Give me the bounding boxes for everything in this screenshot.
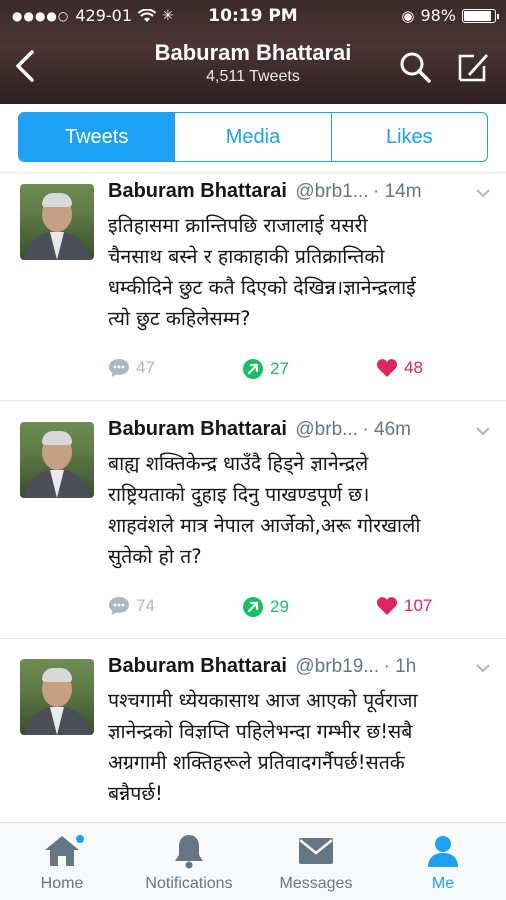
tweet-line: बाह्य शक्तिकेन्द्र धाउँदै हिड्ने ज्ञानेन… bbox=[108, 452, 369, 475]
nav-messages[interactable]: Messages bbox=[256, 831, 376, 893]
battery-icon bbox=[462, 8, 499, 23]
new-content-dot bbox=[76, 835, 84, 843]
tweet-line: इतिहासमा क्रान्तिपछि राजालाई यसरी bbox=[108, 214, 368, 237]
tweet-line: शाहवंशले मात्र नेपाल आर्जेको,अरू गोरखाली bbox=[108, 514, 421, 537]
chevron-down-icon[interactable] bbox=[474, 422, 492, 440]
rotation-lock-icon: ◉ bbox=[401, 6, 415, 25]
person-icon bbox=[428, 836, 458, 867]
divider bbox=[0, 638, 506, 639]
avatar-hair bbox=[42, 193, 72, 207]
tweet-header: Baburam Bhattarai @brb19... · 1h bbox=[108, 655, 492, 683]
chevron-down-icon[interactable] bbox=[474, 184, 492, 202]
profile-tabs: Tweets Media Likes bbox=[18, 112, 488, 162]
reply-button[interactable]: 47 bbox=[108, 358, 155, 378]
like-count: 48 bbox=[404, 358, 423, 377]
tweet-item[interactable]: Baburam Bhattarai @brb19... · 1h पश्चगाम… bbox=[0, 651, 506, 821]
tab-likes[interactable]: Likes bbox=[332, 113, 487, 161]
tweet-line: त्यो छुट कहिलेसम्म? bbox=[108, 307, 251, 330]
nav-label: Home bbox=[40, 875, 84, 892]
tweet-time: · 1h bbox=[383, 656, 417, 677]
tweet-time: · 14m bbox=[373, 181, 422, 202]
retweet-count: 27 bbox=[270, 359, 289, 378]
nav-notifications[interactable]: Notifications bbox=[129, 831, 249, 893]
author-handle[interactable]: @brb1... bbox=[295, 181, 368, 202]
reply-button[interactable]: 74 bbox=[108, 596, 155, 616]
tweet-text: पश्चगामी ध्येयकासाथ आज आएको पूर्वराजा ज्… bbox=[108, 685, 492, 809]
heart-icon bbox=[376, 597, 398, 615]
nav-me-icon-wrap bbox=[383, 831, 503, 871]
battery-percent: 98% bbox=[420, 6, 456, 25]
tweet-text: इतिहासमा क्रान्तिपछि राजालाई यसरी चैनसाथ… bbox=[108, 210, 492, 334]
retweet-icon bbox=[243, 597, 263, 617]
bell-icon bbox=[175, 835, 203, 869]
reply-icon bbox=[109, 359, 129, 377]
nav-label: Notifications bbox=[145, 875, 233, 892]
tweet-line: राष्ट्रियताको दुहाइ दिनु पाखण्डपूर्ण छ। bbox=[108, 483, 370, 506]
author-name[interactable]: Baburam Bhattarai bbox=[108, 180, 287, 202]
tweet-line: बन्नैपर्छ! bbox=[108, 782, 163, 805]
avatar-hair bbox=[42, 431, 72, 445]
tweet-text: बाह्य शक्तिकेन्द्र धाउँदै हिड्ने ज्ञानेन… bbox=[108, 448, 492, 572]
avatar-hair bbox=[42, 668, 72, 682]
compose-icon[interactable] bbox=[456, 50, 490, 84]
status-bar: ●●●●○ 429-01 ✳ 10:19 PM ◉ 98% bbox=[0, 6, 506, 28]
like-count: 107 bbox=[404, 596, 433, 615]
tab-media[interactable]: Media bbox=[175, 113, 332, 161]
battery-fill bbox=[464, 10, 492, 21]
avatar[interactable] bbox=[20, 659, 94, 735]
segmented-control: Tweets Media Likes bbox=[18, 112, 488, 162]
tweet-line: ज्ञानेन्द्रको विज्ञप्ति पहिलेभन्दा गम्भी… bbox=[108, 720, 413, 743]
tweet-time: · 46m bbox=[362, 419, 412, 440]
author-handle[interactable]: @brb19... bbox=[295, 656, 379, 677]
tweet-item[interactable]: Baburam Bhattarai @brb... · 46m बाह्य शक… bbox=[0, 414, 506, 636]
retweet-count: 29 bbox=[270, 597, 289, 616]
retweet-button[interactable]: 29 bbox=[242, 596, 289, 618]
nav-home[interactable]: Home bbox=[2, 831, 122, 893]
author-handle[interactable]: @brb... bbox=[295, 419, 358, 440]
tweet-line: अग्रगामी शक्तिहरूले प्रतिवादगर्नैपर्छ!सत… bbox=[108, 751, 405, 774]
like-button[interactable]: 107 bbox=[376, 596, 432, 616]
reply-count: 74 bbox=[136, 596, 155, 615]
envelope-icon bbox=[299, 838, 333, 864]
author-name[interactable]: Baburam Bhattarai bbox=[108, 655, 287, 677]
tweet-line: धम्कीदिने छुट कतै दिएको देखिन्न।ज्ञानेन्… bbox=[108, 276, 416, 299]
nav-label: Messages bbox=[279, 875, 353, 892]
avatar[interactable] bbox=[20, 184, 94, 260]
tweet-line: चैनसाथ बस्ने र हाकाहाकी प्रतिक्रान्तिको bbox=[108, 245, 385, 268]
retweet-button[interactable]: 27 bbox=[242, 358, 289, 380]
like-button[interactable]: 48 bbox=[376, 358, 423, 378]
tweet-line: पश्चगामी ध्येयकासाथ आज आएको पूर्वराजा bbox=[108, 689, 418, 712]
heart-icon bbox=[376, 359, 398, 377]
tweet-line: सुतेको हो त? bbox=[108, 545, 202, 568]
divider bbox=[0, 400, 506, 401]
nav-me[interactable]: Me bbox=[383, 831, 503, 893]
tweet-header: Baburam Bhattarai @brb1... · 14m bbox=[108, 180, 492, 208]
nav-label: Me bbox=[431, 875, 455, 892]
divider bbox=[0, 172, 506, 173]
nav-messages-icon-wrap bbox=[256, 831, 376, 871]
tab-tweets[interactable]: Tweets bbox=[19, 113, 176, 161]
reply-icon bbox=[109, 597, 129, 615]
profile-header: ●●●●○ 429-01 ✳ 10:19 PM ◉ 98% Baburam Bh… bbox=[0, 0, 506, 104]
tweet-actions: 74 29 107 bbox=[108, 596, 438, 622]
author-name[interactable]: Baburam Bhattarai bbox=[108, 418, 287, 440]
reply-count: 47 bbox=[136, 358, 155, 377]
avatar[interactable] bbox=[20, 422, 94, 498]
nav-notifications-icon-wrap bbox=[129, 831, 249, 871]
tweet-header: Baburam Bhattarai @brb... · 46m bbox=[108, 418, 492, 446]
bottom-tab-bar: Home Notifications Messages Me bbox=[0, 822, 506, 900]
status-right: ◉ 98% bbox=[401, 6, 499, 25]
nav-home-icon-wrap bbox=[2, 831, 122, 871]
search-icon[interactable] bbox=[398, 50, 432, 84]
chevron-down-icon[interactable] bbox=[474, 659, 492, 677]
tweet-actions: 47 27 48 bbox=[108, 358, 438, 384]
retweet-icon bbox=[243, 359, 263, 379]
tweet-item[interactable]: Baburam Bhattarai @brb1... · 14m इतिहासम… bbox=[0, 176, 506, 398]
